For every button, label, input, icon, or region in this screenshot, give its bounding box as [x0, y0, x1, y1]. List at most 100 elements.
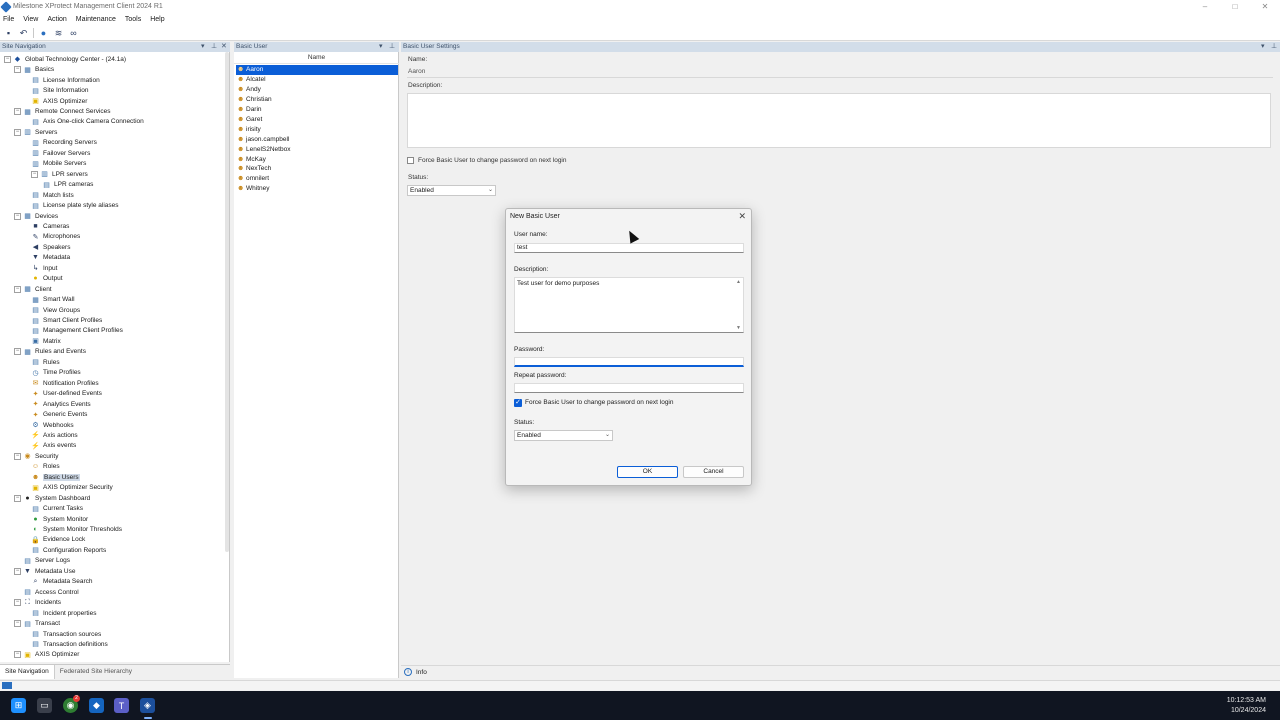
user-row[interactable]: ☻ irisity — [236, 124, 398, 134]
nav-item[interactable]: ✎ Microphones — [31, 232, 81, 243]
save-icon[interactable]: ▪ — [3, 28, 14, 39]
user-row[interactable]: ☻ Christian — [236, 95, 398, 105]
collapse-toggle-icon[interactable]: − — [14, 620, 21, 628]
menu-action[interactable]: Action — [47, 16, 66, 23]
repeat-password-field[interactable] — [514, 383, 744, 393]
collapse-toggle-icon[interactable]: − — [14, 212, 21, 220]
collapse-toggle-icon[interactable]: − — [14, 494, 21, 502]
collapse-toggle-icon[interactable]: − — [14, 567, 21, 575]
collapse-toggle-icon[interactable]: − — [14, 651, 21, 659]
panel-menu-icon[interactable]: ▾ — [1261, 42, 1265, 52]
nav-item[interactable]: ▤ View Groups — [31, 305, 80, 316]
nav-item[interactable]: − ▣ AXIS Optimizer — [14, 650, 79, 661]
collapse-toggle-icon[interactable]: − — [14, 66, 21, 74]
cancel-button[interactable]: Cancel — [683, 466, 744, 478]
nav-item[interactable]: ▤ Current Tasks — [31, 503, 83, 514]
menu-tools[interactable]: Tools — [125, 16, 141, 23]
user-row[interactable]: ☻ McKay — [236, 154, 398, 164]
nav-item[interactable]: − ⛶ Incidents — [14, 597, 61, 608]
user-row[interactable]: ☻ Alcatel — [236, 75, 398, 85]
xprotect-smart-client-icon[interactable]: ◆ — [89, 698, 104, 713]
close-window-button[interactable]: ✕ — [1250, 0, 1280, 13]
tab-federated-site-hierarchy[interactable]: Federated Site Hierarchy — [55, 668, 137, 675]
nav-item[interactable]: ▤ Incident properties — [31, 608, 96, 619]
nav-item[interactable]: ▤ Match lists — [31, 190, 74, 201]
status-dropdown[interactable]: Enabled ⌄ — [514, 430, 613, 441]
panel-menu-icon[interactable]: ▾ — [379, 42, 383, 52]
nav-item[interactable]: − ● System Dashboard — [14, 493, 90, 504]
collapse-toggle-icon[interactable]: − — [14, 128, 21, 136]
user-row[interactable]: ☻ Garet — [236, 115, 398, 125]
nav-item[interactable]: ▤ License Information — [31, 75, 100, 86]
nav-item[interactable]: − ▦ Basics — [14, 64, 54, 75]
menu-file[interactable]: File — [3, 16, 14, 23]
teams-icon[interactable]: T — [114, 698, 129, 713]
user-row[interactable]: ☻ Aaron — [236, 65, 398, 75]
nav-item[interactable]: ▤ Configuration Reports — [31, 545, 106, 556]
pin-icon[interactable]: ⊥ — [1271, 42, 1277, 52]
nav-item[interactable]: ▤ License plate style aliases — [31, 200, 118, 211]
nav-item[interactable]: ▤ Transaction definitions — [31, 639, 108, 650]
nav-item[interactable]: − ▥ Servers — [14, 127, 57, 138]
nav-item[interactable]: ↳ Input — [31, 263, 58, 274]
nav-item[interactable]: ✦ Analytics Events — [31, 399, 91, 410]
xprotect-management-client-icon[interactable]: ◈ — [140, 698, 155, 713]
nav-item[interactable]: − ▦ Client — [14, 284, 52, 295]
nav-item[interactable]: ▤ Management Client Profiles — [31, 326, 123, 337]
collapse-toggle-icon[interactable]: − — [14, 452, 21, 460]
nav-item[interactable]: − ◆ Global Technology Center - (24.1a) — [4, 54, 126, 65]
nav-item[interactable]: − ◉ Security — [14, 451, 58, 462]
nav-item[interactable]: ☻ Basic Users — [31, 472, 80, 483]
nav-item[interactable]: ▣ Matrix — [31, 336, 61, 347]
nav-item[interactable]: ▤ Smart Client Profiles — [31, 315, 102, 326]
nav-item[interactable]: ▣ AXIS Optimizer — [31, 96, 87, 107]
binoculars-icon[interactable]: ∞ — [68, 28, 79, 39]
force-password-checkbox[interactable]: ✓ — [514, 399, 522, 407]
nav-item[interactable]: − ▦ Devices — [14, 211, 58, 222]
nav-item[interactable]: ◐ System Monitor Thresholds — [31, 524, 122, 535]
nav-item[interactable]: ▤ Server Logs — [14, 556, 70, 567]
force-password-checkbox[interactable] — [407, 157, 414, 164]
nav-item[interactable]: ■ Cameras — [31, 221, 69, 232]
nav-item[interactable]: ▤ Transaction sources — [31, 629, 101, 640]
user-row[interactable]: ☻ omnilert — [236, 174, 398, 184]
panel-menu-icon[interactable]: ▾ — [201, 42, 205, 52]
description-textarea[interactable]: Test user for demo purposes ▲ ▼ — [514, 277, 744, 333]
user-row[interactable]: ☻ jason.campbell — [236, 134, 398, 144]
pin-icon[interactable]: ⊥ — [211, 42, 217, 52]
nav-item[interactable]: ▤ Access Control — [14, 587, 79, 598]
nav-item[interactable]: ⚙ Webhooks — [31, 420, 73, 431]
file-explorer-icon[interactable]: ▭ — [37, 698, 52, 713]
nav-item[interactable]: ▣ AXIS Optimizer Security — [31, 482, 113, 493]
nav-item[interactable]: ▤ LPR cameras — [42, 179, 93, 190]
nav-scrollbar[interactable] — [225, 52, 229, 552]
collapse-toggle-icon[interactable]: − — [31, 170, 38, 178]
windows-start-icon[interactable]: ⊞ — [11, 698, 26, 713]
collapse-toggle-icon[interactable]: − — [14, 348, 21, 356]
nav-item[interactable]: ▦ Smart Wall — [31, 294, 74, 305]
nav-item[interactable]: ⚡ Axis events — [31, 441, 76, 452]
tab-site-navigation[interactable]: Site Navigation — [0, 664, 55, 679]
nav-item[interactable]: − ▦ Remote Connect Services — [14, 106, 111, 117]
username-field[interactable]: test — [514, 243, 744, 253]
nav-item[interactable]: ▥ Failover Servers — [31, 148, 90, 159]
nav-item[interactable]: ▼ Metadata — [31, 253, 70, 264]
description-field[interactable] — [407, 93, 1271, 148]
refresh-icon[interactable]: ≋ — [53, 28, 64, 39]
nav-item[interactable]: ⌕ Metadata Search — [31, 577, 93, 588]
nav-item[interactable]: − ▼ Metadata Use — [14, 566, 75, 577]
nav-item[interactable]: − ▤ Transact — [14, 618, 60, 629]
nav-item[interactable]: ◷ Time Profiles — [31, 368, 80, 379]
nav-item[interactable]: ● Output — [31, 273, 62, 284]
minimize-button[interactable]: – — [1190, 0, 1220, 13]
collapse-toggle-icon[interactable]: − — [14, 108, 21, 115]
user-row[interactable]: ☻ Whitney — [236, 184, 398, 194]
nav-item[interactable]: ▥ Mobile Servers — [31, 159, 86, 170]
menu-maintenance[interactable]: Maintenance — [76, 16, 116, 23]
nav-item[interactable]: ▤ Rules — [31, 357, 59, 368]
collapse-toggle-icon[interactable]: − — [14, 599, 21, 607]
user-row[interactable]: ☻ NexTech — [236, 164, 398, 174]
user-row[interactable]: ☻ LenelS2Netbox — [236, 144, 398, 154]
nav-item[interactable]: ✉ Notification Profiles — [31, 378, 99, 389]
nav-item[interactable]: − ▥ LPR servers — [31, 169, 88, 180]
